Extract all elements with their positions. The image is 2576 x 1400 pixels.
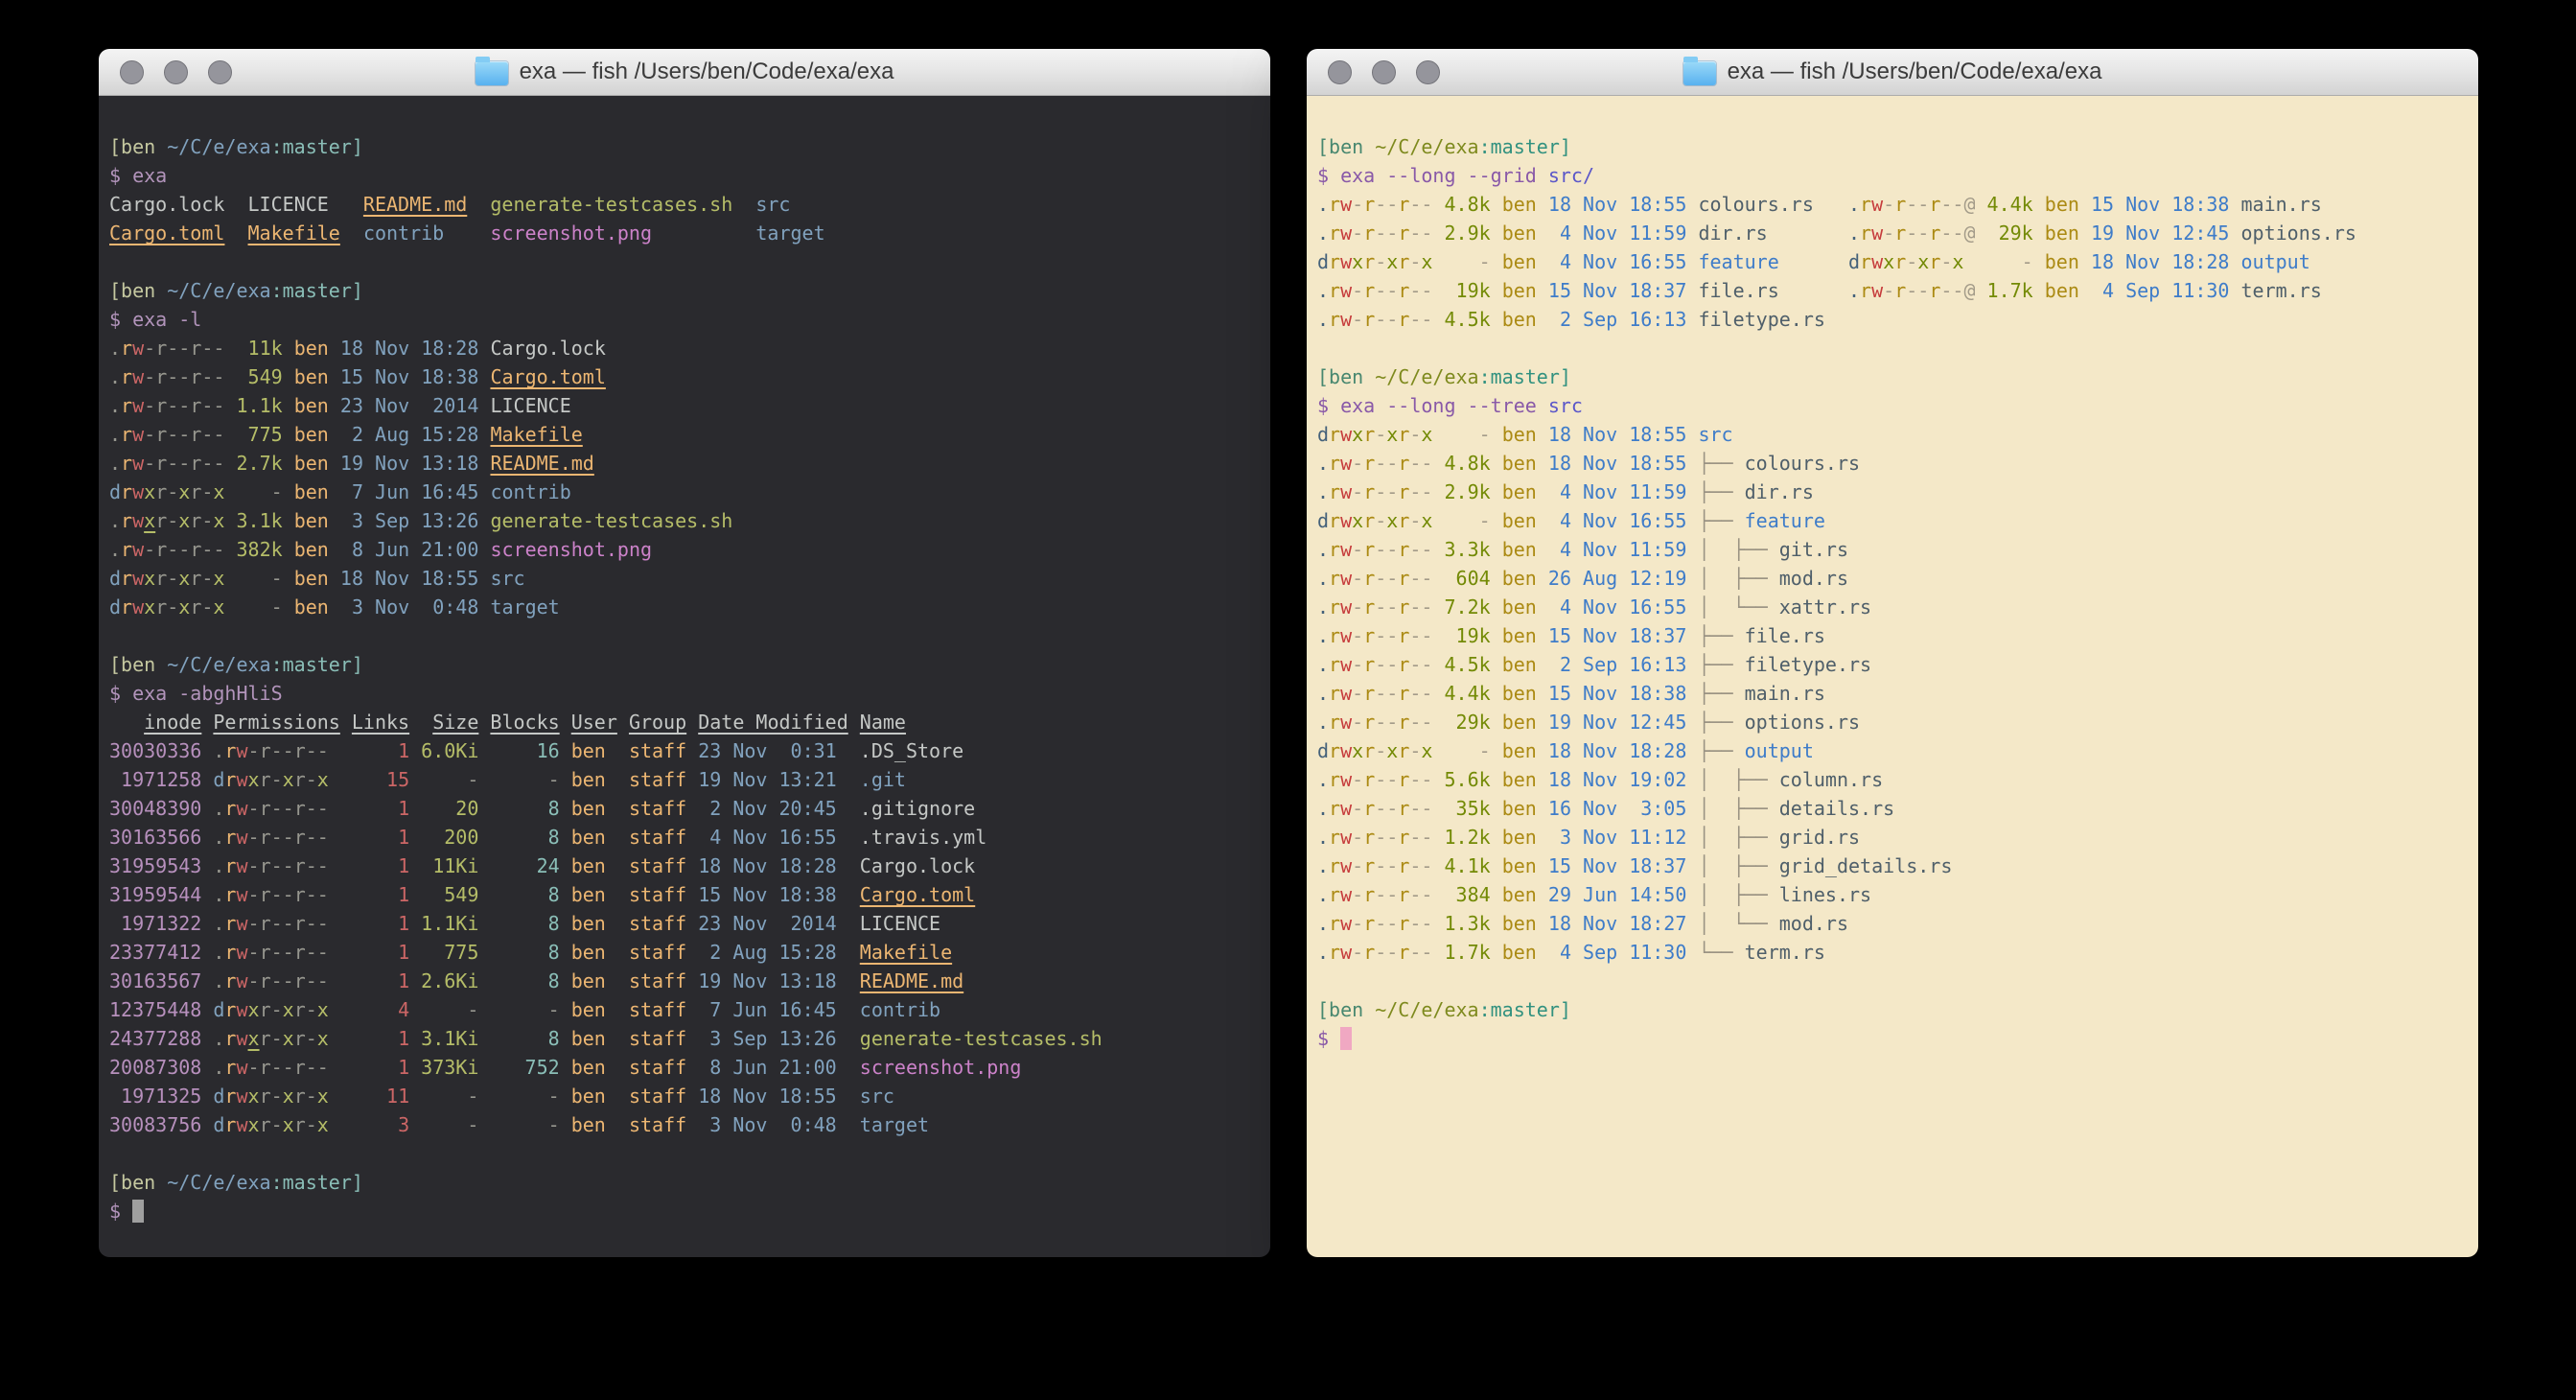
minimize-button[interactable] [164,60,188,84]
terminal-line: 30163567 .rw-r--r-- 1 2.6Ki 8 ben staff … [109,967,1263,995]
terminal-line: [ben ~/C/e/exa:master] [109,276,1263,305]
folder-icon [1683,61,1716,85]
window-title-text: exa — fish /Users/ben/Code/exa/exa [1728,58,2102,85]
terminal-line: .rw-r--r-- 604 ben 26 Aug 12:19 │ ├── mo… [1317,564,2471,593]
terminal-line: .rw-r--r-- 382k ben 8 Jun 21:00 screensh… [109,535,1263,564]
terminal-line: .rw-r--r-- 4.8k ben 18 Nov 18:55 colours… [1317,190,2471,219]
terminal-line: inode Permissions Links Size Blocks User… [109,708,1263,736]
terminal-line: 1971325 drwxr-xr-x 11 - - ben staff 18 N… [109,1082,1263,1110]
terminal-line [1317,967,2471,995]
terminal-line [109,247,1263,276]
terminal-line: $ exa --long --tree src [1317,391,2471,420]
terminal-line: .rw-r--r-- 1.3k ben 18 Nov 18:27 │ └── m… [1317,909,2471,938]
terminal-line: .rw-r--r-- 19k ben 15 Nov 18:37 file.rs … [1317,276,2471,305]
terminal-line: 23377412 .rw-r--r-- 1 775 8 ben staff 2 … [109,938,1263,967]
window-title: exa — fish /Users/ben/Code/exa/exa [1683,58,2102,85]
terminal-line: drwxr-xr-x - ben 3 Nov 0:48 target [109,593,1263,621]
window-controls [120,49,232,95]
terminal-line: .rw-r--r-- 4.1k ben 15 Nov 18:37 │ ├── g… [1317,852,2471,880]
terminal-cursor [1340,1027,1352,1050]
right-terminal-content[interactable]: [ben ~/C/e/exa:master]$ exa --long --gri… [1307,96,2478,1257]
terminal-line: .rw-r--r-- 1.7k ben 4 Sep 11:30 └── term… [1317,938,2471,967]
terminal-line [1317,334,2471,362]
terminal-line: .rw-r--r-- 19k ben 15 Nov 18:37 ├── file… [1317,621,2471,650]
terminal-line: 31959543 .rw-r--r-- 1 11Ki 24 ben staff … [109,852,1263,880]
terminal-line: .rw-r--r-- 4.8k ben 18 Nov 18:55 ├── col… [1317,449,2471,478]
terminal-line: .rw-r--r-- 2.9k ben 4 Nov 11:59 dir.rs .… [1317,219,2471,247]
terminal-line: .rw-r--r-- 5.6k ben 18 Nov 19:02 │ ├── c… [1317,765,2471,794]
left-terminal-content[interactable]: [ben ~/C/e/exa:master]$ exaCargo.lock LI… [99,96,1270,1257]
terminal-line: 30083756 drwxr-xr-x 3 - - ben staff 3 No… [109,1110,1263,1139]
terminal-line: $ exa -abghHliS [109,679,1263,708]
zoom-button[interactable] [208,60,232,84]
window-controls [1328,49,1440,95]
terminal-line: $ exa -l [109,305,1263,334]
terminal-line: drwxr-xr-x - ben 4 Nov 16:55 ├── feature [1317,506,2471,535]
zoom-button[interactable] [1416,60,1440,84]
terminal-line: .rw-r--r-- 29k ben 19 Nov 12:45 ├── opti… [1317,708,2471,736]
terminal-line: .rw-r--r-- 1.1k ben 23 Nov 2014 LICENCE [109,391,1263,420]
folder-icon [476,61,508,85]
terminal-line: 31959544 .rw-r--r-- 1 549 8 ben staff 15… [109,880,1263,909]
right-window-titlebar[interactable]: exa — fish /Users/ben/Code/exa/exa [1307,49,2478,96]
window-title-text: exa — fish /Users/ben/Code/exa/exa [520,58,894,85]
terminal-line: 1971258 drwxr-xr-x 15 - - ben staff 19 N… [109,765,1263,794]
terminal-line: [ben ~/C/e/exa:master] [109,650,1263,679]
terminal-line: drwxr-xr-x - ben 4 Nov 16:55 feature drw… [1317,247,2471,276]
terminal-line: 30048390 .rw-r--r-- 1 20 8 ben staff 2 N… [109,794,1263,823]
terminal-line: .rw-r--r-- 2.9k ben 4 Nov 11:59 ├── dir.… [1317,478,2471,506]
terminal-line: [ben ~/C/e/exa:master] [109,1168,1263,1197]
terminal-line: .rw-r--r-- 3.3k ben 4 Nov 11:59 │ ├── gi… [1317,535,2471,564]
terminal-line: .rw-r--r-- 2.7k ben 19 Nov 13:18 README.… [109,449,1263,478]
minimize-button[interactable] [1372,60,1396,84]
terminal-line: .rw-r--r-- 4.4k ben 15 Nov 18:38 ├── mai… [1317,679,2471,708]
terminal-line: .rw-r--r-- 7.2k ben 4 Nov 16:55 │ └── xa… [1317,593,2471,621]
terminal-line: drwxr-xr-x - ben 18 Nov 18:28 ├── output [1317,736,2471,765]
terminal-line: 20087308 .rw-r--r-- 1 373Ki 752 ben staf… [109,1053,1263,1082]
terminal-line: 30030336 .rw-r--r-- 1 6.0Ki 16 ben staff… [109,736,1263,765]
terminal-line: [ben ~/C/e/exa:master] [109,132,1263,161]
terminal-line: .rw-r--r-- 35k ben 16 Nov 3:05 │ ├── det… [1317,794,2471,823]
terminal-line: [ben ~/C/e/exa:master] [1317,132,2471,161]
terminal-line: [ben ~/C/e/exa:master] [1317,362,2471,391]
terminal-line: .rwxr-xr-x 3.1k ben 3 Sep 13:26 generate… [109,506,1263,535]
window-title: exa — fish /Users/ben/Code/exa/exa [476,58,894,85]
terminal-line: Cargo.lock LICENCE README.md generate-te… [109,190,1263,219]
terminal-line: 24377288 .rwxr-xr-x 1 3.1Ki 8 ben staff … [109,1024,1263,1053]
terminal-line: $ exa --long --grid src/ [1317,161,2471,190]
terminal-line: .rw-r--r-- 549 ben 15 Nov 18:38 Cargo.to… [109,362,1263,391]
close-button[interactable] [120,60,144,84]
terminal-line: [ben ~/C/e/exa:master] [1317,995,2471,1024]
terminal-cursor [132,1200,144,1223]
terminal-line [109,621,1263,650]
terminal-line: drwxr-xr-x - ben 7 Jun 16:45 contrib [109,478,1263,506]
left-window-titlebar[interactable]: exa — fish /Users/ben/Code/exa/exa [99,49,1270,96]
terminal-line: drwxr-xr-x - ben 18 Nov 18:55 src [109,564,1263,593]
terminal-line: $ [109,1197,1263,1225]
terminal-line: $ [1317,1024,2471,1053]
terminal-line [109,1139,1263,1168]
terminal-line: drwxr-xr-x - ben 18 Nov 18:55 src [1317,420,2471,449]
terminal-line: .rw-r--r-- 4.5k ben 2 Sep 16:13 filetype… [1317,305,2471,334]
terminal-line: .rw-r--r-- 384 ben 29 Jun 14:50 │ ├── li… [1317,880,2471,909]
terminal-line: 30163566 .rw-r--r-- 1 200 8 ben staff 4 … [109,823,1263,852]
terminal-line: .rw-r--r-- 4.5k ben 2 Sep 16:13 ├── file… [1317,650,2471,679]
left-terminal-window: exa — fish /Users/ben/Code/exa/exa [ben … [99,49,1270,1257]
terminal-line: 12375448 drwxr-xr-x 4 - - ben staff 7 Ju… [109,995,1263,1024]
terminal-line: $ exa [109,161,1263,190]
terminal-line: 1971322 .rw-r--r-- 1 1.1Ki 8 ben staff 2… [109,909,1263,938]
terminal-line: .rw-r--r-- 775 ben 2 Aug 15:28 Makefile [109,420,1263,449]
terminal-line: .rw-r--r-- 1.2k ben 3 Nov 11:12 │ ├── gr… [1317,823,2471,852]
right-terminal-window: exa — fish /Users/ben/Code/exa/exa [ben … [1307,49,2478,1257]
terminal-line: Cargo.toml Makefile contrib screenshot.p… [109,219,1263,247]
terminal-line: .rw-r--r-- 11k ben 18 Nov 18:28 Cargo.lo… [109,334,1263,362]
close-button[interactable] [1328,60,1352,84]
